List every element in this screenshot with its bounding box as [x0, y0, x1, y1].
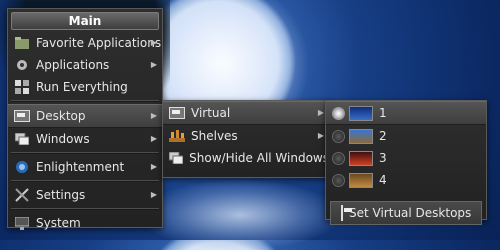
main-menu-title: Main	[11, 12, 159, 30]
menu-item-label: Show/Hide All Windows	[189, 151, 329, 165]
menu-item-windows[interactable]: Windows ▶	[8, 128, 162, 150]
menu-separator	[11, 152, 159, 154]
radio-unselected-icon	[332, 173, 345, 187]
desk-label: 3	[379, 151, 387, 165]
submenu-arrow-icon: ▶	[317, 108, 324, 117]
monitor-icon	[14, 215, 30, 231]
desktop-submenu: Virtual ▶ Shelves ▶ Show/Hide All Window…	[162, 100, 330, 178]
menu-item-applications[interactable]: Applications ▶	[8, 54, 162, 76]
virtual-desk-3[interactable]: 3	[326, 147, 486, 169]
virtual-desk-1[interactable]: 1	[326, 101, 486, 125]
submenu-arrow-icon: ▶	[150, 38, 157, 47]
menu-item-label: Settings	[36, 188, 86, 202]
windows-icon	[169, 150, 184, 166]
button-label: Set Virtual Desktops	[349, 206, 472, 220]
submenu-arrow-icon: ▶	[150, 162, 157, 171]
menu-item-label: Applications	[36, 58, 110, 72]
desk-label: 2	[379, 129, 387, 143]
desk-thumbnail-icon	[349, 172, 373, 188]
desktop-icon	[341, 202, 343, 224]
submenu-item-virtual[interactable]: Virtual ▶	[163, 101, 329, 125]
menu-separator	[11, 100, 159, 102]
menu-item-run-everything[interactable]: Run Everything	[8, 76, 162, 98]
desk-thumbnail-icon	[349, 150, 373, 166]
submenu-arrow-icon: ▶	[150, 190, 157, 199]
desk-label: 4	[379, 173, 387, 187]
menu-item-desktop[interactable]: Desktop ▶	[8, 104, 162, 128]
windows-icon	[14, 131, 30, 147]
desktop-icon	[14, 108, 30, 124]
folder-icon	[14, 35, 30, 51]
shelves-icon	[169, 128, 185, 144]
menu-item-system[interactable]: System	[8, 212, 162, 234]
menu-item-label: Shelves	[191, 129, 238, 143]
menu-item-enlightenment[interactable]: Enlightenment ▶	[8, 156, 162, 178]
desk-thumbnail-icon	[349, 105, 373, 121]
menu-item-label: Run Everything	[36, 80, 128, 94]
virtual-desk-2[interactable]: 2	[326, 125, 486, 147]
submenu-arrow-icon: ▶	[317, 131, 324, 140]
menu-separator	[11, 180, 159, 182]
submenu-item-shelves[interactable]: Shelves ▶	[163, 125, 329, 147]
menu-item-label: Enlightenment	[36, 160, 125, 174]
menu-item-label: Virtual	[191, 106, 231, 120]
menu-item-label: Desktop	[36, 109, 86, 123]
virtual-desktops-submenu: 1 2 3 4 Set Virtual Desktops	[325, 100, 487, 225]
gear-icon	[14, 57, 30, 73]
radio-unselected-icon	[332, 129, 345, 143]
submenu-arrow-icon: ▶	[150, 134, 157, 143]
tools-icon	[14, 187, 30, 203]
run-icon	[14, 79, 30, 95]
radio-unselected-icon	[332, 151, 345, 165]
set-virtual-desktops-button[interactable]: Set Virtual Desktops	[330, 201, 482, 225]
menu-separator	[11, 208, 159, 210]
desktop-icon	[169, 105, 185, 121]
menu-item-settings[interactable]: Settings ▶	[8, 184, 162, 206]
menu-item-label: Favorite Applications	[36, 36, 162, 50]
virtual-desk-4[interactable]: 4	[326, 169, 486, 191]
menu-item-label: System	[36, 216, 81, 230]
submenu-arrow-icon: ▶	[150, 111, 157, 120]
submenu-item-show-hide-all-windows[interactable]: Show/Hide All Windows	[163, 147, 329, 169]
radio-selected-icon	[332, 106, 345, 120]
menu-item-favorite-applications[interactable]: Favorite Applications ▶	[8, 32, 162, 54]
menu-item-label: Windows	[36, 132, 90, 146]
submenu-arrow-icon: ▶	[150, 60, 157, 69]
desk-label: 1	[379, 106, 387, 120]
enlightenment-icon	[14, 159, 30, 175]
main-menu: Main Favorite Applications ▶ Application…	[7, 8, 163, 230]
desk-thumbnail-icon	[349, 128, 373, 144]
